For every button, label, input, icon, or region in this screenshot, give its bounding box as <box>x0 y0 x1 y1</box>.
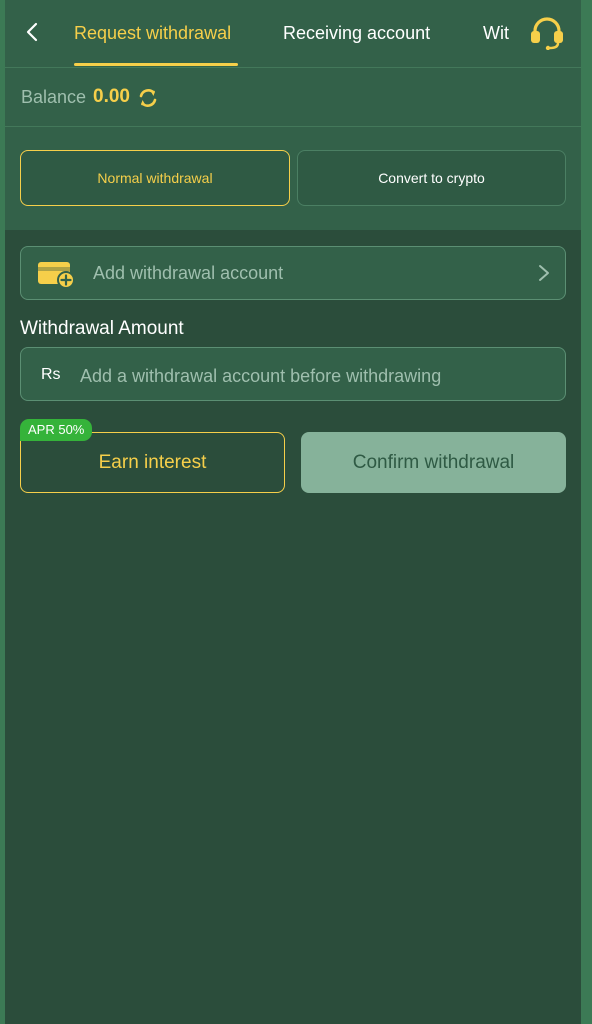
normal-withdrawal-button[interactable]: Normal withdrawal <box>20 150 290 206</box>
chevron-right-icon <box>539 265 549 281</box>
active-tab-indicator <box>74 63 238 66</box>
header-bar: Request withdrawal Receiving account Wit <box>5 0 581 68</box>
withdrawal-amount-input[interactable]: Rs Add a withdrawal account before withd… <box>20 347 566 401</box>
confirm-withdrawal-button[interactable]: Confirm withdrawal <box>301 432 566 493</box>
headset-icon[interactable] <box>528 16 566 50</box>
currency-symbol: Rs <box>41 366 61 383</box>
top-panel: Request withdrawal Receiving account Wit… <box>5 0 581 230</box>
tab-withdrawal-records[interactable]: Wit <box>483 22 509 44</box>
refresh-icon[interactable] <box>137 87 159 109</box>
balance-value: 0.00 <box>93 86 130 107</box>
earn-interest-button[interactable]: Earn interest <box>20 432 285 493</box>
balance-row: Balance 0.00 <box>5 68 581 127</box>
tab-request-withdrawal[interactable]: Request withdrawal <box>74 22 231 44</box>
convert-to-crypto-button[interactable]: Convert to crypto <box>297 150 566 206</box>
wallet-add-icon <box>38 262 75 289</box>
withdrawal-amount-label: Withdrawal Amount <box>20 318 184 339</box>
chevron-left-icon[interactable] <box>23 22 43 42</box>
amount-placeholder: Add a withdrawal account before withdraw… <box>80 366 442 386</box>
balance-label: Balance <box>21 87 87 107</box>
add-withdrawal-account-row[interactable]: Add withdrawal account <box>20 246 566 300</box>
apr-badge: APR 50% <box>20 419 93 441</box>
tab-receiving-account[interactable]: Receiving account <box>283 22 430 44</box>
withdrawal-screen: Request withdrawal Receiving account Wit… <box>5 0 581 1024</box>
add-withdrawal-account-label: Add withdrawal account <box>93 263 284 283</box>
